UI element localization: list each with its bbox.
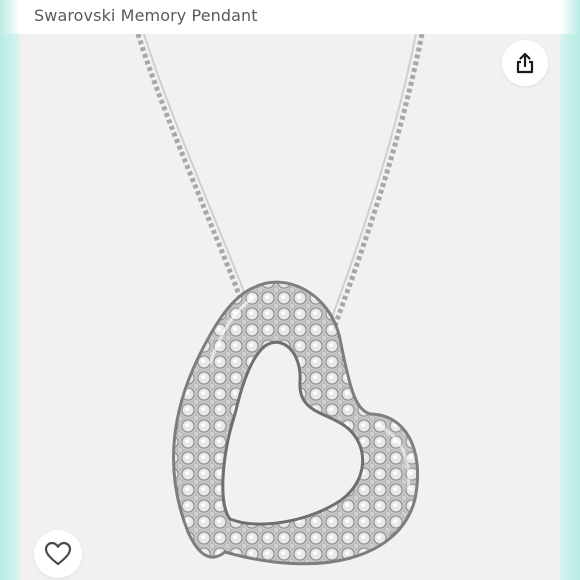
product-image [135,34,425,566]
heart-outline-icon [44,541,72,566]
title-bar: Swarovski Memory Pendant [0,0,580,34]
share-icon [516,52,534,74]
favorite-button[interactable] [34,530,82,578]
product-title: Swarovski Memory Pendant [34,6,258,25]
product-image-area[interactable] [20,34,560,580]
share-button[interactable] [502,40,548,86]
